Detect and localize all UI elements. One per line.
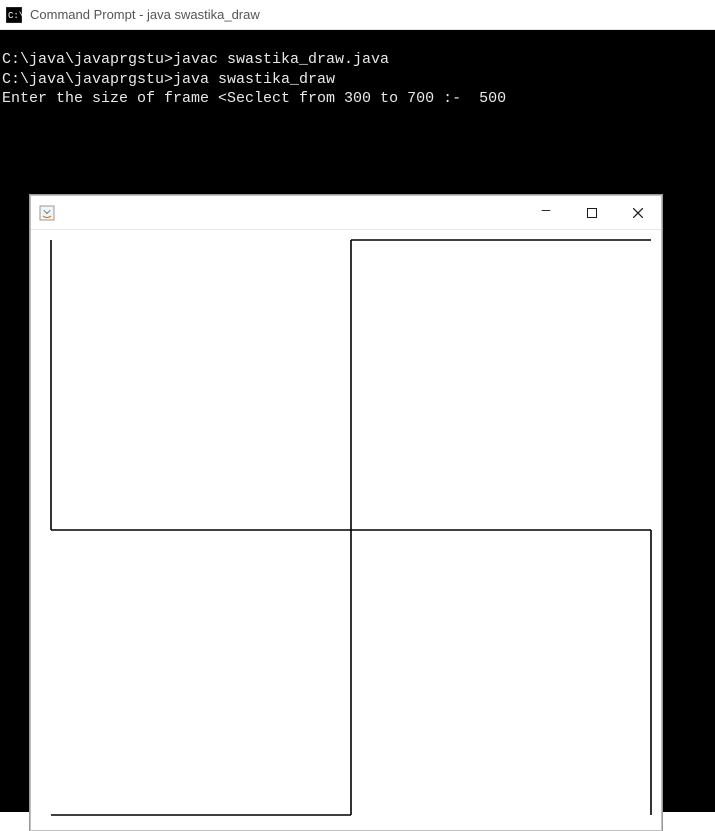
close-button[interactable] [615,196,661,230]
svg-text:C:\: C:\ [8,11,22,21]
maximize-button[interactable] [569,196,615,230]
cmd-icon: C:\ [6,7,22,23]
terminal-line: C:\java\javaprgstu>javac swastika_draw.j… [0,50,715,70]
minimize-icon: — [542,202,550,220]
java-titlebar[interactable]: — [31,196,661,230]
window-controls: — [523,196,661,229]
java-frame-window: — [30,195,662,831]
terminal-body[interactable]: C:\java\javaprgstu>javac swastika_draw.j… [0,30,715,812]
swastika-drawing [31,230,661,830]
terminal-line: C:\java\javaprgstu>java swastika_draw [0,70,715,90]
terminal-line: Enter the size of frame <Seclect from 30… [0,89,715,109]
maximize-icon [587,208,597,218]
drawing-canvas [31,230,661,830]
java-cup-icon [39,205,55,221]
close-icon [633,208,643,218]
cmd-window-title: Command Prompt - java swastika_draw [30,7,260,22]
minimize-button[interactable]: — [523,196,569,230]
cmd-titlebar: C:\ Command Prompt - java swastika_draw [0,0,715,30]
